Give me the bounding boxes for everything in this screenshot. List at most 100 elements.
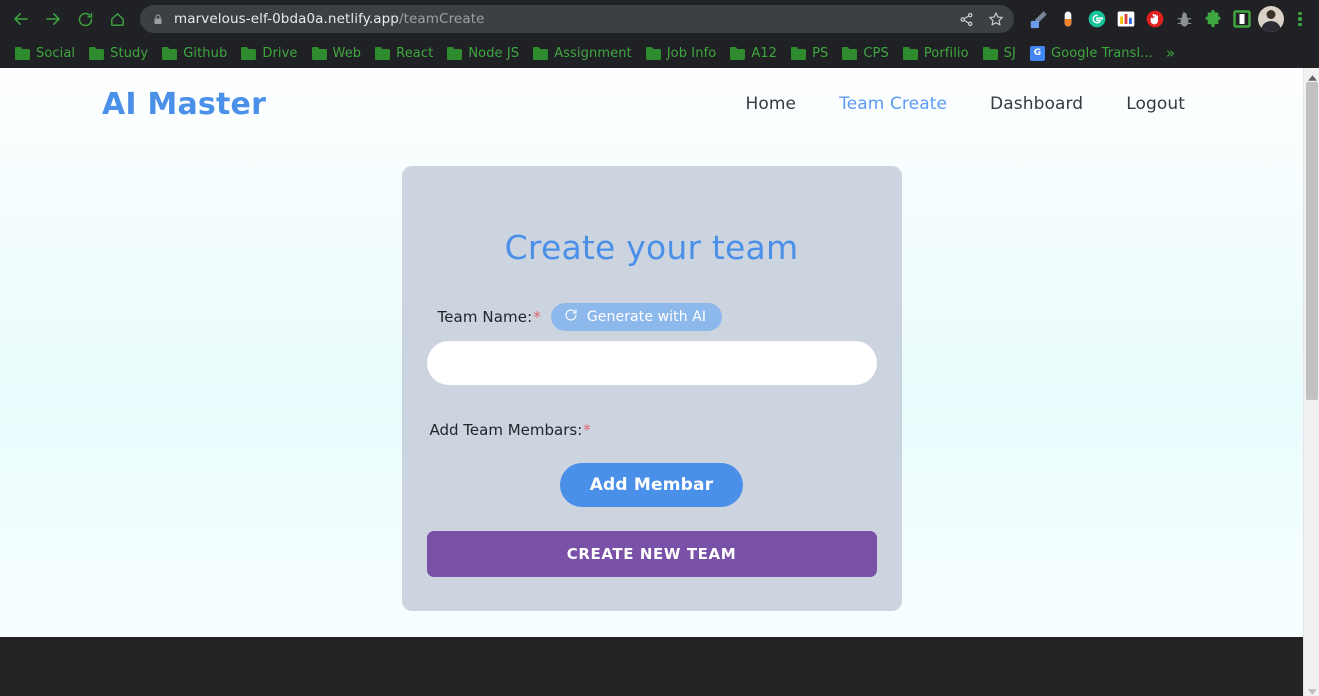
bookmark-label: Assignment [554,45,632,61]
google-translate-icon: G [1029,45,1045,61]
pill-extension-icon[interactable] [1055,6,1081,32]
eyedropper-extension-icon[interactable] [1026,6,1052,32]
nav-link-team-create[interactable]: Team Create [839,94,947,114]
puzzle-extensions-icon[interactable] [1200,6,1226,32]
site-navbar: AI Master Home Team Create Dashboard Log… [0,68,1303,140]
team-form: Team Name:* Generate with AI Add Team Me… [426,303,877,577]
folder-icon [533,46,549,60]
add-team-members-label: Add Team Membars:* [429,421,591,439]
browser-toolbar: marvelous-elf-0bda0a.netlify.app/teamCre… [0,0,1319,38]
bookmark-label: A12 [751,45,778,61]
bookmarks-bar: Social Study Github Drive Web React Node… [0,38,1319,68]
site-brand-logo[interactable]: AI Master [50,87,266,122]
reload-icon [77,11,94,28]
share-icon[interactable] [952,6,980,32]
bookmark-label: Study [110,45,149,61]
generate-with-ai-label: Generate with AI [586,309,707,325]
url-path: /teamCreate [398,11,485,27]
required-marker: * [533,308,541,326]
bookmark-item[interactable]: Social [8,43,82,64]
bookmark-item[interactable]: PS [784,43,835,64]
nav-link-logout[interactable]: Logout [1126,94,1185,114]
folder-icon [162,46,178,60]
chart-extension-icon[interactable] [1113,6,1139,32]
bookmark-item[interactable]: Job Info [639,43,724,64]
refresh-icon [564,308,578,326]
bookmark-label: SJ [1003,45,1016,61]
grammarly-extension-icon[interactable] [1084,6,1110,32]
nav-link-dashboard[interactable]: Dashboard [990,94,1083,114]
bookmark-label: CPS [863,45,889,61]
bookmark-item[interactable]: A12 [723,43,784,64]
folder-icon [842,46,858,60]
bookmark-item[interactable]: Node JS [440,43,526,64]
home-icon [109,11,126,28]
bookmark-label: Social [36,45,76,61]
forward-button[interactable] [38,4,68,34]
nav-link-home[interactable]: Home [746,94,797,114]
bookmark-item[interactable]: Github [155,43,234,64]
bookmark-item[interactable]: SJ [976,43,1023,64]
page-title: Create your team [504,228,799,267]
bookmark-item[interactable]: Web [305,43,369,64]
folder-icon [89,46,105,60]
square-extension-icon[interactable] [1229,6,1255,32]
three-dots-menu-icon[interactable] [1287,6,1313,32]
bookmark-label: React [396,45,434,61]
bookmark-item[interactable]: Porfilio [896,43,976,64]
team-name-input[interactable] [426,341,877,385]
bookmark-label: Web [332,45,362,61]
scrollbar-down-arrow[interactable] [1304,682,1319,696]
home-button[interactable] [102,4,132,34]
generate-with-ai-button[interactable]: Generate with AI [550,303,723,331]
folder-icon [447,46,463,60]
bookmark-item[interactable]: Study [82,43,155,64]
page-scrollbar[interactable] [1303,68,1319,696]
folder-icon [791,46,807,60]
folder-icon [982,46,998,60]
adblock-extension-icon[interactable] [1142,6,1168,32]
back-button[interactable] [6,4,36,34]
scrollbar-up-arrow[interactable] [1304,68,1319,82]
omnibox-actions [952,6,1010,32]
folder-icon [241,46,257,60]
add-member-button[interactable]: Add Membar [559,463,744,507]
required-marker: * [583,421,591,439]
extensions-tray [1024,6,1313,32]
avatar[interactable] [1258,6,1284,32]
browser-chrome: marvelous-elf-0bda0a.netlify.app/teamCre… [0,0,1319,68]
create-team-card: Create your team Team Name:* Generate wi… [401,166,902,611]
bookmark-item[interactable]: React [368,43,440,64]
bookmark-item[interactable]: Assignment [526,43,639,64]
bookmarks-overflow-button[interactable]: » [1160,42,1181,64]
bookmark-label: Job Info [666,45,717,61]
bookmark-item[interactable]: G Google Transl... [1023,43,1160,64]
avatar-body [1261,21,1281,32]
url-text: marvelous-elf-0bda0a.netlify.app/teamCre… [174,11,952,27]
star-icon[interactable] [982,6,1010,32]
folder-icon [375,46,391,60]
avatar-head [1266,10,1276,19]
team-name-label-row: Team Name:* Generate with AI [427,303,877,331]
scrollbar-thumb[interactable] [1306,82,1318,400]
bookmark-label: Drive [262,45,298,61]
folder-icon [645,46,661,60]
bookmark-label: Google Transl... [1050,45,1153,61]
bookmark-label: Porfilio [923,45,969,61]
bug-extension-icon[interactable] [1171,6,1197,32]
bookmark-item[interactable]: Drive [234,43,304,64]
bookmark-label: Github [183,45,228,61]
address-bar[interactable]: marvelous-elf-0bda0a.netlify.app/teamCre… [140,5,1014,33]
reload-button[interactable] [70,4,100,34]
card-container: Create your team Team Name:* Generate wi… [0,140,1303,611]
chevron-down-icon [1307,680,1317,696]
page-content: AI Master Home Team Create Dashboard Log… [0,68,1303,696]
site-nav-links: Home Team Create Dashboard Logout [746,94,1244,114]
bookmark-item[interactable]: CPS [835,43,895,64]
page-viewport: AI Master Home Team Create Dashboard Log… [0,68,1319,696]
folder-icon [15,46,30,60]
arrow-left-icon [12,10,30,28]
arrow-right-icon [44,10,62,28]
site-footer [0,637,1303,696]
create-new-team-button[interactable]: CREATE NEW TEAM [426,531,877,577]
